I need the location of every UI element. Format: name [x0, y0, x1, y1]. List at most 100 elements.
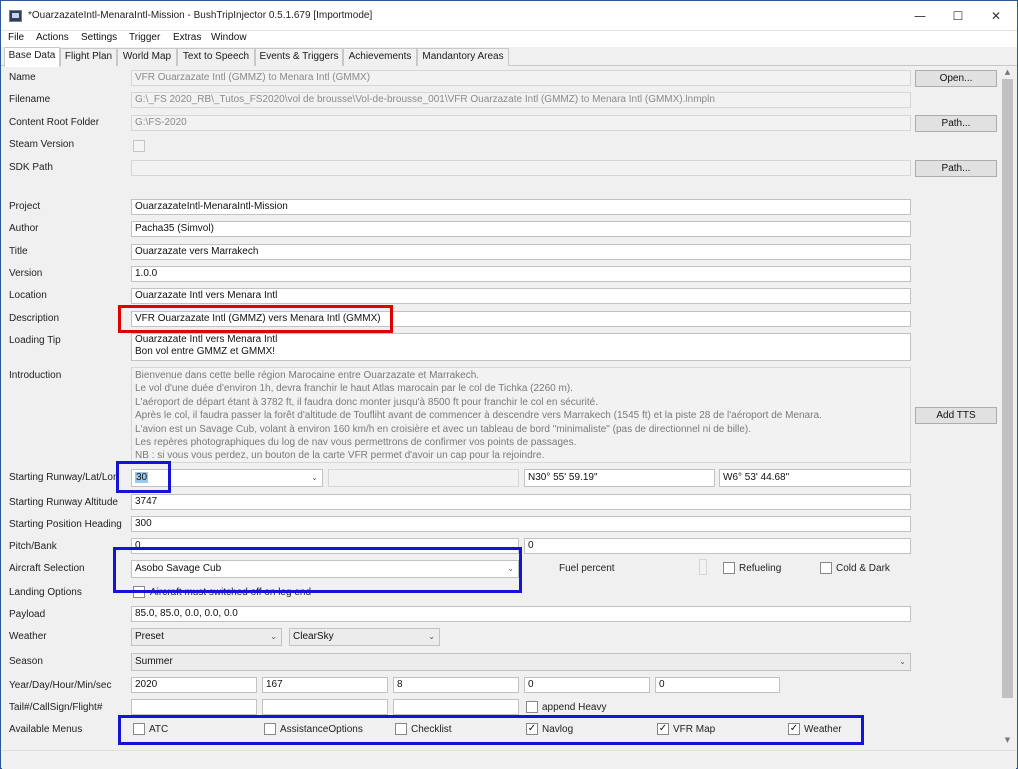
content-root-label: Content Root Folder [9, 117, 100, 128]
project-label: Project [9, 201, 41, 212]
menu-extras[interactable]: Extras [173, 32, 201, 43]
intro-line: Le vol d'une duée d'environ 1h, devra fr… [135, 383, 573, 395]
intro-line: Les repères photographiques du log de na… [135, 437, 577, 449]
sdk-path-button[interactable]: Path... [915, 160, 997, 177]
callsign-field[interactable] [262, 699, 388, 715]
scroll-down-icon[interactable]: ▼ [999, 736, 1016, 744]
runway-altitude-field[interactable]: 3747 [131, 494, 911, 510]
title-bar: *OuarzazateIntl-MenaraIntl-Mission - Bus… [1, 1, 1017, 31]
name-field[interactable]: VFR Ouarzazate Intl (GMMZ) to Menara Int… [131, 70, 911, 86]
menu-settings[interactable]: Settings [81, 32, 117, 43]
loading-tip-line: Bon vol entre GMMZ et GMMX! [135, 345, 276, 357]
scroll-up-icon[interactable]: ▲ [999, 68, 1016, 76]
chevron-down-icon[interactable]: ⌄ [899, 654, 906, 670]
steam-version-checkbox[interactable] [133, 140, 145, 152]
year-field[interactable]: 2020 [131, 677, 257, 693]
fuel-percent-label: Fuel percent [559, 563, 615, 574]
datetime-label: Year/Day/Hour/Min/sec [9, 680, 112, 691]
season-value: Summer [135, 656, 173, 667]
longitude-field[interactable]: W6° 53' 44.68" [719, 469, 911, 487]
author-field[interactable]: Pacha35 (Simvol) [131, 221, 911, 237]
add-tts-button[interactable]: Add TTS [915, 407, 997, 424]
heading-field[interactable]: 300 [131, 516, 911, 532]
title-field[interactable]: Ouarzazate vers Marrakech [131, 244, 911, 260]
version-field[interactable]: 1.0.0 [131, 266, 911, 282]
intro-line: L'avion est un Savage Cub, volant à envi… [135, 423, 752, 435]
cold-dark-checkbox[interactable] [820, 562, 832, 574]
window-title: *OuarzazateIntl-MenaraIntl-Mission - Bus… [28, 10, 373, 21]
payload-label: Payload [9, 609, 46, 620]
menu-bar: File Actions Settings Trigger Extras Win… [1, 31, 1017, 47]
tab-strip: Base Data Flight Plan World Map Text to … [1, 47, 1017, 67]
intro-line: Bienvenue dans cette belle région Maroca… [135, 370, 480, 381]
menu-trigger[interactable]: Trigger [129, 32, 160, 43]
sdk-path-field[interactable] [131, 160, 911, 176]
steam-version-label: Steam Version [9, 139, 75, 150]
filename-field[interactable]: G:\_FS 2020_RB\_Tutos_FS2020\vol de brou… [131, 92, 911, 108]
loading-tip-field[interactable]: Ouarzazate Intl vers Menara Intl Bon vol… [131, 333, 911, 361]
refueling-label: Refueling [739, 563, 782, 574]
intro-line: Après le col, il faudra passer la forêt … [135, 410, 822, 422]
location-label: Location [9, 290, 47, 301]
menu-file[interactable]: File [8, 32, 24, 43]
tab-text-to-speech[interactable]: Text to Speech [177, 48, 255, 66]
loading-tip-label: Loading Tip [9, 335, 61, 346]
season-combo[interactable]: Summer ⌄ [131, 653, 911, 671]
app-icon [9, 10, 22, 22]
minimize-icon[interactable]: — [901, 1, 939, 31]
available-menus-label: Available Menus [9, 724, 83, 735]
menu-actions[interactable]: Actions [36, 32, 69, 43]
weather-preset-value: ClearSky [293, 631, 334, 642]
payload-field[interactable]: 85.0, 85.0, 0.0, 0.0, 0.0 [131, 606, 911, 622]
close-icon[interactable]: ✕ [977, 1, 1015, 31]
tab-base-data[interactable]: Base Data [4, 47, 60, 67]
scroll-thumb[interactable] [1002, 79, 1013, 698]
hour-field[interactable]: 8 [393, 677, 519, 693]
menu-window[interactable]: Window [211, 32, 247, 43]
available-menus-highlight-box [118, 715, 864, 745]
app-window: *OuarzazateIntl-MenaraIntl-Mission - Bus… [0, 0, 1018, 769]
title-label: Title [9, 246, 28, 257]
vertical-scrollbar[interactable]: ▲ ▼ [999, 67, 1016, 749]
latitude-field[interactable]: N30° 55' 59.19" [524, 469, 715, 487]
base-data-panel: Name VFR Ouarzazate Intl (GMMZ) to Menar… [2, 66, 1016, 768]
aircraft-highlight-box [113, 547, 522, 593]
cold-dark-label: Cold & Dark [836, 563, 890, 574]
tab-events-triggers[interactable]: Events & Triggers [255, 48, 343, 66]
weather-mode-combo[interactable]: Preset ⌄ [131, 628, 282, 646]
open-button[interactable]: Open... [915, 70, 997, 87]
chevron-down-icon[interactable]: ⌄ [270, 629, 277, 645]
author-label: Author [9, 223, 39, 234]
bank-field[interactable]: 0 [524, 538, 911, 554]
pitch-bank-label: Pitch/Bank [9, 541, 57, 552]
append-heavy-label: append Heavy [542, 702, 607, 713]
tail-callsign-label: Tail#/CallSign/Flight# [9, 702, 103, 713]
tab-flight-plan[interactable]: Flight Plan [60, 48, 117, 66]
introduction-field[interactable]: Bienvenue dans cette belle région Maroca… [131, 367, 911, 463]
chevron-down-icon[interactable]: ⌄ [428, 629, 435, 645]
runway-secondary-field[interactable] [328, 469, 519, 487]
fuel-percent-slider[interactable] [699, 559, 707, 575]
tab-world-map[interactable]: World Map [117, 48, 177, 66]
location-field[interactable]: Ouarzazate Intl vers Menara Intl [131, 288, 911, 304]
flight-number-field[interactable] [393, 699, 519, 715]
aircraft-label: Aircraft Selection [9, 563, 85, 574]
refueling-checkbox[interactable] [723, 562, 735, 574]
weather-preset-combo[interactable]: ClearSky ⌄ [289, 628, 440, 646]
tab-mandantory-areas[interactable]: Mandantory Areas [417, 48, 509, 66]
project-field[interactable]: OuarzazateIntl-MenaraIntl-Mission [131, 199, 911, 215]
day-field[interactable]: 167 [262, 677, 388, 693]
maximize-icon[interactable]: ☐ [939, 1, 977, 31]
content-root-path-button[interactable]: Path... [915, 115, 997, 132]
content-root-field[interactable]: G:\FS-2020 [131, 115, 911, 131]
minute-field[interactable]: 0 [524, 677, 650, 693]
tab-achievements[interactable]: Achievements [343, 48, 417, 66]
chevron-down-icon[interactable]: ⌄ [311, 470, 318, 486]
append-heavy-checkbox[interactable] [526, 701, 538, 713]
second-field[interactable]: 0 [655, 677, 780, 693]
landing-options-label: Landing Options [9, 587, 82, 598]
name-label: Name [9, 72, 36, 83]
season-label: Season [9, 656, 43, 667]
tail-number-field[interactable] [131, 699, 257, 715]
version-label: Version [9, 268, 43, 279]
